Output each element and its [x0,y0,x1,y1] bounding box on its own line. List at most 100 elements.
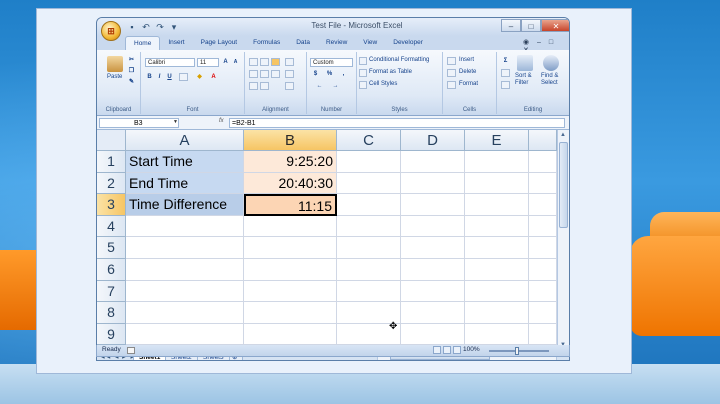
cell-d5[interactable] [401,237,465,259]
save-icon[interactable]: ▪ [127,22,137,32]
currency-button[interactable]: $ [311,70,320,79]
column-header-d[interactable]: D [401,130,465,151]
row-header-4[interactable]: 4 [97,215,126,238]
font-name-select[interactable]: Calibri [145,58,195,67]
autosum-icon[interactable]: Σ [501,57,510,66]
cell-b6[interactable] [244,259,337,281]
delete-cells-button[interactable]: Delete [459,69,476,75]
sort-filter-button[interactable]: Sort & [515,73,532,79]
cell-f7[interactable] [529,280,557,303]
copy-icon[interactable]: ❐ [127,67,136,76]
align-center-icon[interactable] [260,70,269,78]
column-header-b[interactable]: B [244,130,337,151]
align-left-icon[interactable] [249,70,258,78]
increase-indent-icon[interactable] [260,82,269,90]
row-header-9[interactable]: 9 [97,323,126,346]
shrink-font-icon[interactable]: A [231,58,240,67]
cell-a1[interactable]: Start Time [126,151,244,173]
title-bar[interactable]: ▪ ↶ ↷ ▾ Test File - Microsoft Excel – □ … [97,18,569,36]
tab-review[interactable]: Review [318,36,355,50]
tab-data[interactable]: Data [288,36,318,50]
tab-home[interactable]: Home [125,36,161,50]
minimize-icon[interactable]: – [501,19,521,32]
number-format-select[interactable]: Custom [310,58,353,67]
cell-f6[interactable] [529,259,557,281]
cell-f8[interactable] [529,302,557,324]
cell-f4[interactable] [529,215,557,238]
cell-e4[interactable] [465,215,529,238]
cell-e2[interactable] [465,172,529,195]
cell-e3[interactable] [465,194,529,216]
sort-filter-icon[interactable] [517,55,533,71]
cell-d2[interactable] [401,172,465,195]
office-button[interactable]: ⊞ [101,21,121,41]
row-header-2[interactable]: 2 [97,172,126,195]
worksheet-grid[interactable]: A B C D E 1 2 3 4 5 6 7 8 9 Start Time 9… [97,130,569,352]
column-header-c[interactable]: C [337,130,401,151]
font-size-select[interactable]: 11 [197,58,219,67]
cell-c1[interactable] [337,151,401,173]
column-header-f[interactable] [529,130,557,151]
cell-d7[interactable] [401,280,465,303]
row-header-6[interactable]: 6 [97,259,126,281]
cell-b2[interactable]: 20:40:30 [244,172,337,195]
page-break-view-icon[interactable] [453,346,461,354]
row-header-7[interactable]: 7 [97,280,126,303]
cell-a8[interactable] [126,302,244,324]
cell-e6[interactable] [465,259,529,281]
cell-d6[interactable] [401,259,465,281]
fill-icon[interactable] [501,69,510,77]
tab-formulas[interactable]: Formulas [245,36,288,50]
decrease-decimal-icon[interactable]: → [331,82,340,91]
cell-e8[interactable] [465,302,529,324]
normal-view-icon[interactable] [433,346,441,354]
cell-b7[interactable] [244,280,337,303]
row-header-5[interactable]: 5 [97,237,126,259]
row-header-3[interactable]: 3 [97,194,126,216]
orientation-icon[interactable] [285,58,294,66]
cell-a2[interactable]: End Time [126,172,244,195]
percent-button[interactable]: % [325,70,334,79]
font-color-icon[interactable]: A [209,73,218,82]
row-header-1[interactable]: 1 [97,151,126,173]
redo-icon[interactable]: ↷ [155,22,165,32]
insert-function-icon[interactable]: fx [219,118,229,128]
cell-d1[interactable] [401,151,465,173]
tab-page-layout[interactable]: Page Layout [193,36,246,50]
scroll-up-icon[interactable]: ▲ [560,132,566,138]
comma-button[interactable]: , [339,70,348,79]
cell-c6[interactable] [337,259,401,281]
cell-b4[interactable] [244,215,337,238]
tab-insert[interactable]: Insert [160,36,192,50]
row-header-8[interactable]: 8 [97,302,126,324]
find-select-icon[interactable] [543,55,559,71]
paste-button[interactable]: Paste [107,74,122,80]
cell-d8[interactable] [401,302,465,324]
tab-view[interactable]: View [355,36,385,50]
cell-d3[interactable] [401,194,465,216]
qat-dropdown-icon[interactable]: ▾ [169,22,179,32]
formula-input[interactable]: =B2-B1 [229,118,565,128]
format-painter-icon[interactable]: ✎ [127,78,136,87]
cell-b5[interactable] [244,237,337,259]
bold-button[interactable]: B [145,73,154,82]
cell-e7[interactable] [465,280,529,303]
find-select-button[interactable]: Find & [541,73,558,79]
cell-c5[interactable] [337,237,401,259]
cell-c4[interactable] [337,215,401,238]
cell-a9[interactable] [126,323,244,346]
cell-c2[interactable] [337,172,401,195]
wrap-text-icon[interactable] [285,70,294,78]
italic-button[interactable]: I [155,73,164,82]
cell-a4[interactable] [126,215,244,238]
cell-f1[interactable] [529,151,557,173]
cell-d4[interactable] [401,215,465,238]
cell-b9[interactable] [244,323,337,346]
name-box[interactable]: B3 [99,118,179,128]
cell-a5[interactable] [126,237,244,259]
sort-filter-button-line2[interactable]: Filter [515,80,528,86]
underline-button[interactable]: U [165,73,174,82]
border-icon[interactable] [179,73,188,81]
find-select-button-line2[interactable]: Select [541,80,558,86]
cell-b8[interactable] [244,302,337,324]
